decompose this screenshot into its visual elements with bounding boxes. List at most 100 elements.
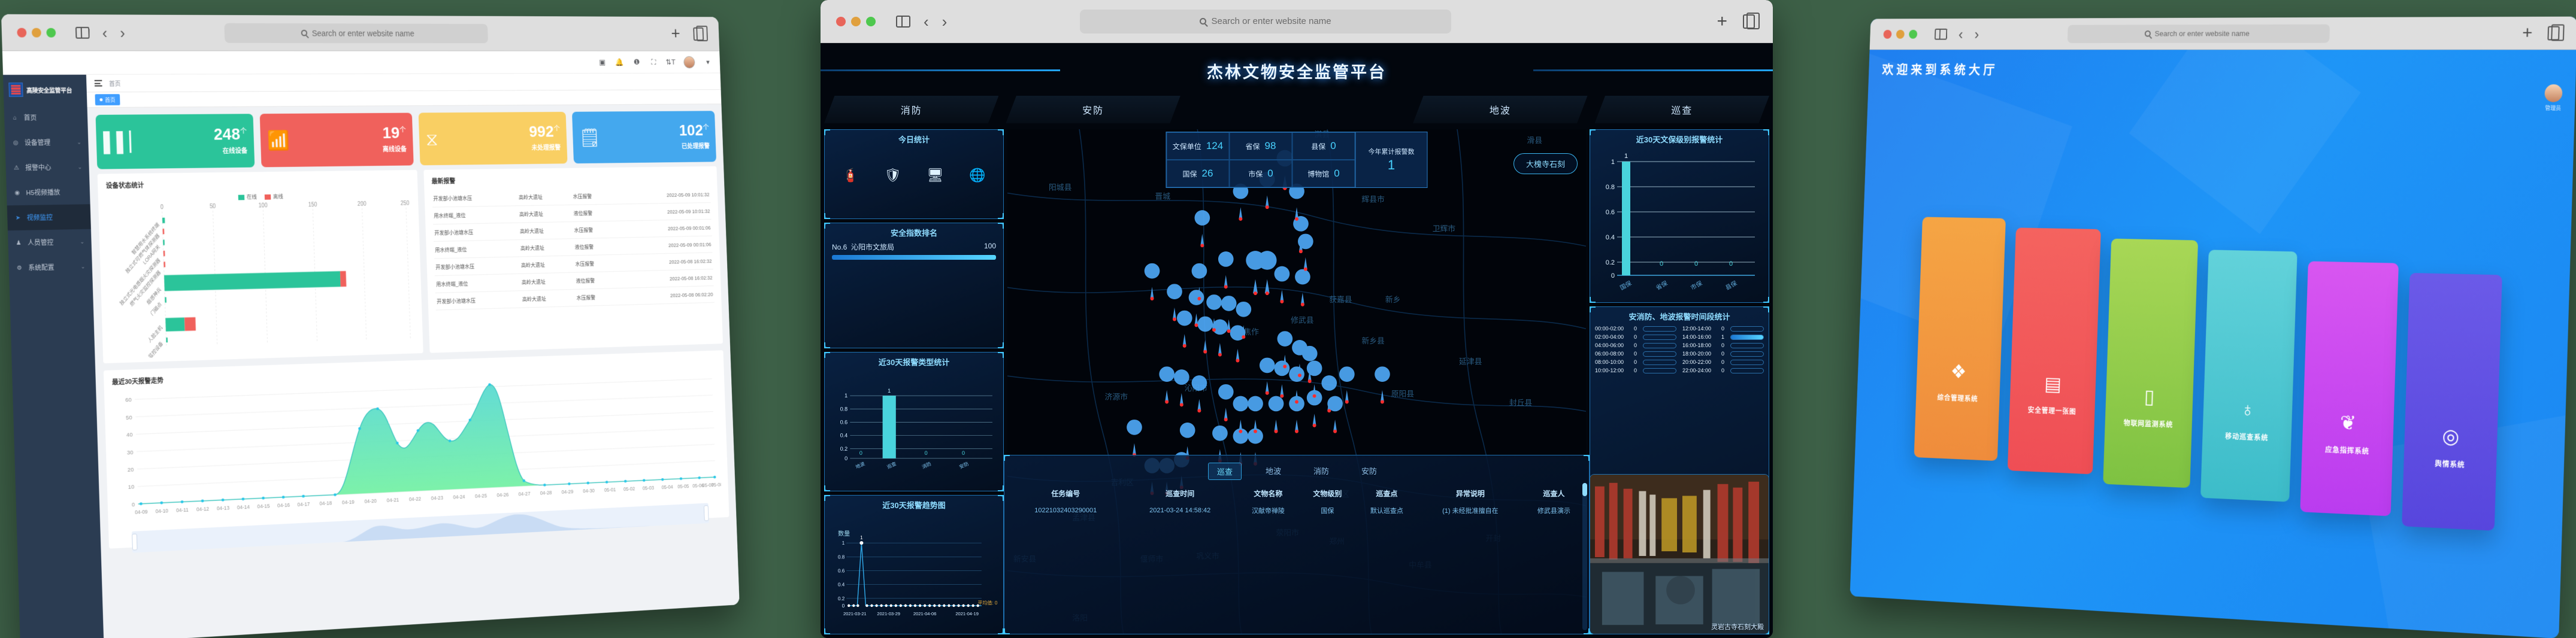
minimize-button[interactable] — [1896, 29, 1905, 38]
stat-card-processed-alarms[interactable]: 🗒 102个 已处理报警 — [572, 111, 716, 163]
new-tab-icon[interactable]: + — [2522, 24, 2533, 42]
menu-collapse-icon[interactable] — [95, 80, 102, 87]
system-card-emergency-command[interactable]: ❦ 应急指挥系统 — [2300, 261, 2399, 516]
tab-security[interactable]: 安防 — [1353, 463, 1385, 480]
font-size-icon[interactable]: ⇅T — [667, 58, 674, 66]
cell-patrol-time: 2021-03-24 14:58:42 — [1124, 502, 1237, 519]
back-icon[interactable]: ‹ — [102, 25, 107, 41]
back-icon[interactable]: ‹ — [924, 14, 929, 29]
sidebar-item-label: 报警中心 — [25, 163, 52, 172]
cell-task-id: 10221032403290001 — [1008, 502, 1124, 519]
maximize-button[interactable] — [866, 17, 876, 26]
stat-unit: 个 — [703, 123, 709, 131]
svg-text:200: 200 — [358, 201, 367, 208]
col-patroller: 巡查人 — [1522, 485, 1585, 502]
forward-icon[interactable]: › — [942, 14, 948, 29]
stat-card-row: ▌▌▏ 248个 在线设备 📶 19个 离线设备 — [87, 104, 724, 174]
col-relic-level: 文物级别 — [1300, 485, 1355, 502]
sidebar-item-h5-video[interactable]: ◉ H5视频播放 — [6, 180, 90, 206]
minimize-button[interactable] — [32, 28, 41, 37]
alarm-time: 2022-05-08 16:02:32 — [618, 253, 713, 272]
records-scroll-thumb[interactable] — [1582, 483, 1587, 496]
shield-check-icon[interactable]: 🛡 — [885, 168, 901, 183]
screen-icon[interactable]: ▣ — [598, 58, 607, 66]
app-topbar-1: ▣ 🔔 ❶ ⛶ ⇅T ▾ — [2, 51, 721, 75]
svg-text:150: 150 — [308, 202, 317, 209]
nav-tab-patrol[interactable]: 巡查 — [1595, 96, 1769, 123]
timeslot-bar — [1730, 335, 1764, 340]
timeslot-bar — [1643, 326, 1676, 332]
close-button[interactable] — [1883, 29, 1891, 38]
nav-tab-fire[interactable]: 消防 — [824, 96, 998, 123]
svg-text:04-16: 04-16 — [277, 502, 290, 509]
document-check-icon: 🗒 — [579, 129, 601, 147]
sidebar-toggle-icon[interactable] — [1935, 28, 1947, 40]
map-site-button[interactable]: 大槐寺石刻 — [1513, 153, 1578, 174]
alarm-name: 用水终端_液位 — [435, 274, 521, 293]
latest-alarm-panel: 最新报警 开发部小池塘水压高岭大遗址水压报警2022-05-09 10:01:3… — [423, 166, 723, 353]
sidebar-item-alarm-center[interactable]: ⚠ 报警中心 ⌄ — [5, 154, 89, 180]
svg-text:0.8: 0.8 — [1606, 184, 1615, 191]
sidebar-toggle-icon[interactable] — [75, 26, 90, 38]
sidebar-item-video-monitor[interactable]: ➤ 视频监控 — [7, 204, 91, 230]
close-button[interactable] — [17, 28, 26, 37]
help-icon[interactable]: ❶ — [632, 58, 640, 66]
minimize-button[interactable] — [851, 17, 861, 26]
monitor-icon[interactable]: 🖥 — [927, 168, 943, 183]
system-card-mobile-patrol[interactable]: ♁ 移动巡查系统 — [2200, 250, 2297, 502]
tabs-icon[interactable] — [2547, 26, 2559, 40]
sidebar-item-label: 设备管理 — [25, 138, 51, 147]
back-icon[interactable]: ‹ — [1959, 27, 1963, 41]
stat-card-online-devices[interactable]: ▌▌▏ 248个 在线设备 — [96, 114, 255, 169]
stat-card-offline-devices[interactable]: 📶 19个 离线设备 — [260, 113, 414, 167]
sidebar-toggle-icon[interactable] — [896, 16, 910, 28]
maximize-button[interactable] — [1909, 29, 1917, 38]
tab-fire[interactable]: 消防 — [1305, 463, 1337, 480]
sidebar-item-home[interactable]: ⌂ 首页 — [4, 105, 88, 130]
avatar[interactable] — [2544, 84, 2562, 102]
system-card-safety-map[interactable]: ▤ 安全管理一张图 — [2008, 227, 2101, 474]
forward-icon[interactable]: › — [120, 25, 125, 41]
sidebar-item-system-config[interactable]: ⚙ 系统配置 ⌄ — [8, 254, 92, 281]
nav-tab-security[interactable]: 安防 — [1006, 96, 1180, 123]
system-card-iot-monitoring[interactable]: ▯ 物联网监测系统 — [2103, 239, 2198, 488]
breadcrumb-label: 首页 — [109, 79, 121, 88]
stat-card-unprocessed-alarms[interactable]: ⧖ 992个 未处理报警 — [419, 112, 568, 165]
new-tab-icon[interactable]: + — [1717, 13, 1727, 31]
tab-patrol[interactable]: 巡查 — [1208, 463, 1242, 480]
table-row[interactable]: 10221032403290001 2021-03-24 14:58:42 汉献… — [1008, 502, 1585, 519]
trend-average-label: 平均值: 0 — [977, 600, 998, 606]
sidebar-item-device-management[interactable]: ◎ 设备管理 ⌄ — [5, 130, 89, 156]
svg-text:0.2: 0.2 — [840, 446, 848, 452]
close-button[interactable] — [836, 17, 846, 26]
tabs-icon[interactable] — [693, 27, 704, 40]
fire-extinguisher-icon[interactable]: 🧯 — [842, 168, 858, 183]
slider-handle-right[interactable] — [704, 505, 709, 521]
bell-icon[interactable]: 🔔 — [616, 58, 623, 66]
timeslot-row: 22:00-24:000 — [1682, 367, 1764, 373]
maximize-button[interactable] — [46, 28, 56, 37]
tab-seismic[interactable]: 地波 — [1257, 463, 1289, 480]
address-bar-2[interactable]: Search or enter website name — [1080, 10, 1451, 34]
system-card-comprehensive-management[interactable]: ❖ 综合管理系统 — [1914, 217, 2006, 461]
system-card-public-opinion[interactable]: ◎ 舆情系统 — [2402, 273, 2502, 531]
new-tab-icon[interactable]: + — [671, 25, 680, 42]
chevron-down-icon[interactable]: ▾ — [704, 58, 712, 66]
forward-icon[interactable]: › — [1974, 26, 1979, 41]
records-scrollbar[interactable] — [1582, 483, 1587, 630]
address-bar-1[interactable]: Search or enter website name — [225, 23, 489, 42]
nav-tab-seismic[interactable]: 地波 — [1413, 96, 1587, 123]
sidebar-item-personnel[interactable]: ♟ 人员管控 ⌄ — [8, 229, 92, 256]
tabs-icon[interactable] — [1743, 14, 1755, 29]
address-bar-3[interactable]: Search or enter website name — [2067, 24, 2329, 42]
tab-home[interactable]: 首页 — [95, 94, 120, 105]
alarm-name: 开发部小池塘水压 — [434, 257, 520, 276]
patrol-records-panel: 巡查 地波 消防 安防 任务编号 巡查时间 文物名称 文物级别 巡查点 异常说明 — [1004, 455, 1590, 634]
avatar[interactable] — [683, 56, 695, 68]
browser-chrome-3: ‹ › Search or enter website name + — [1870, 17, 2576, 50]
timeslot-row: 06:00-08:000 — [1595, 351, 1676, 357]
user-badge[interactable]: 管理员 — [2544, 84, 2563, 112]
slider-handle-left[interactable] — [132, 533, 138, 550]
globe-icon[interactable]: 🌐 — [969, 168, 985, 183]
fullscreen-icon[interactable]: ⛶ — [650, 58, 658, 66]
